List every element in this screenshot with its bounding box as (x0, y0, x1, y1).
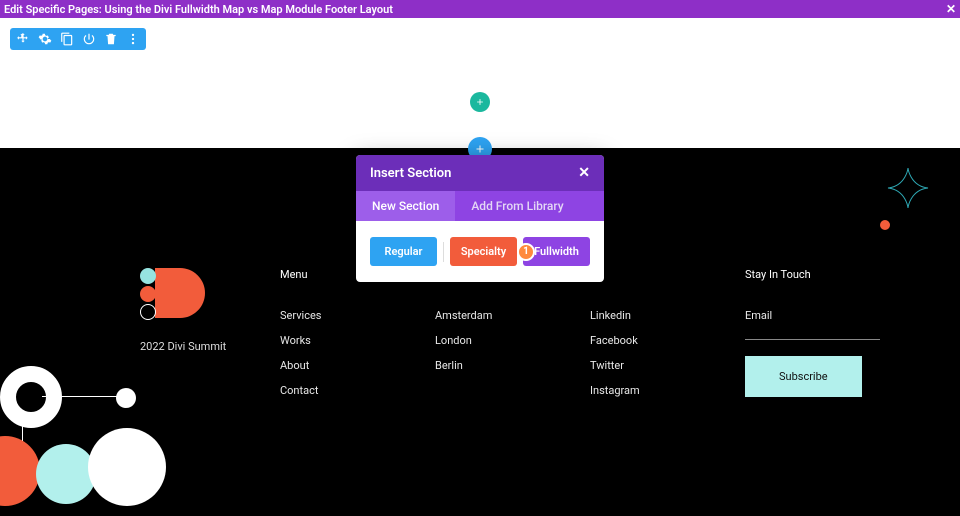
step-badge: 1 (517, 243, 535, 261)
social-link-instagram[interactable]: Instagram (590, 384, 725, 397)
footer-subscribe-column: Stay In Touch Email Subscribe (745, 268, 880, 409)
page-title: Edit Specific Pages: Using the Divi Full… (4, 3, 393, 16)
footer-social-column: Linkedin Facebook Twitter Instagram (590, 268, 725, 409)
more-icon[interactable] (126, 32, 140, 46)
subscribe-button[interactable]: Subscribe (745, 356, 862, 397)
close-icon[interactable]: ✕ (946, 2, 956, 16)
modal-title: Insert Section (370, 166, 451, 181)
stay-heading: Stay In Touch (745, 268, 880, 281)
tab-add-from-library[interactable]: Add From Library (455, 191, 579, 221)
menu-link-works[interactable]: Works (280, 334, 415, 347)
regular-section-button[interactable]: Regular (370, 237, 437, 266)
email-input[interactable] (745, 326, 880, 340)
fullwidth-label: Fullwidth (534, 245, 579, 258)
dot-decoration (880, 220, 890, 230)
social-link-facebook[interactable]: Facebook (590, 334, 725, 347)
plus-icon (475, 97, 485, 107)
social-link-linkedin[interactable]: Linkedin (590, 309, 725, 322)
modal-tabs: New Section Add From Library (356, 191, 604, 221)
close-icon[interactable]: ✕ (578, 165, 590, 181)
footer-menu-column: Menu Services Works About Contact (280, 268, 415, 409)
specialty-section-button[interactable]: Specialty (450, 237, 517, 266)
tab-new-section[interactable]: New Section (356, 191, 455, 221)
menu-link-about[interactable]: About (280, 359, 415, 372)
section-toolbar (10, 28, 146, 50)
city-link-berlin[interactable]: Berlin (435, 359, 570, 372)
trash-icon[interactable] (104, 32, 118, 46)
move-icon[interactable] (16, 32, 30, 46)
brand-logo (140, 268, 200, 328)
email-label: Email (745, 309, 880, 322)
page-title-bar: Edit Specific Pages: Using the Divi Full… (0, 0, 960, 18)
divider (443, 242, 444, 262)
insert-section-modal: Insert Section ✕ New Section Add From Li… (356, 155, 604, 282)
diamond-decoration (886, 166, 930, 210)
white-section (0, 18, 960, 148)
brand-text: 2022 Divi Summit (140, 340, 260, 353)
fullwidth-section-button[interactable]: 1 Fullwidth (523, 237, 590, 266)
modal-header: Insert Section ✕ (356, 155, 604, 191)
city-link-london[interactable]: London (435, 334, 570, 347)
bottom-decoration (0, 356, 240, 516)
menu-link-services[interactable]: Services (280, 309, 415, 322)
modal-body: Regular Specialty 1 Fullwidth (356, 221, 604, 282)
city-link-amsterdam[interactable]: Amsterdam (435, 309, 570, 322)
plus-icon (474, 143, 486, 155)
menu-link-contact[interactable]: Contact (280, 384, 415, 397)
gear-icon[interactable] (38, 32, 52, 46)
social-link-twitter[interactable]: Twitter (590, 359, 725, 372)
footer-cities-column: Amsterdam London Berlin (435, 268, 570, 409)
add-row-button[interactable] (470, 92, 490, 112)
power-icon[interactable] (82, 32, 96, 46)
duplicate-icon[interactable] (60, 32, 74, 46)
